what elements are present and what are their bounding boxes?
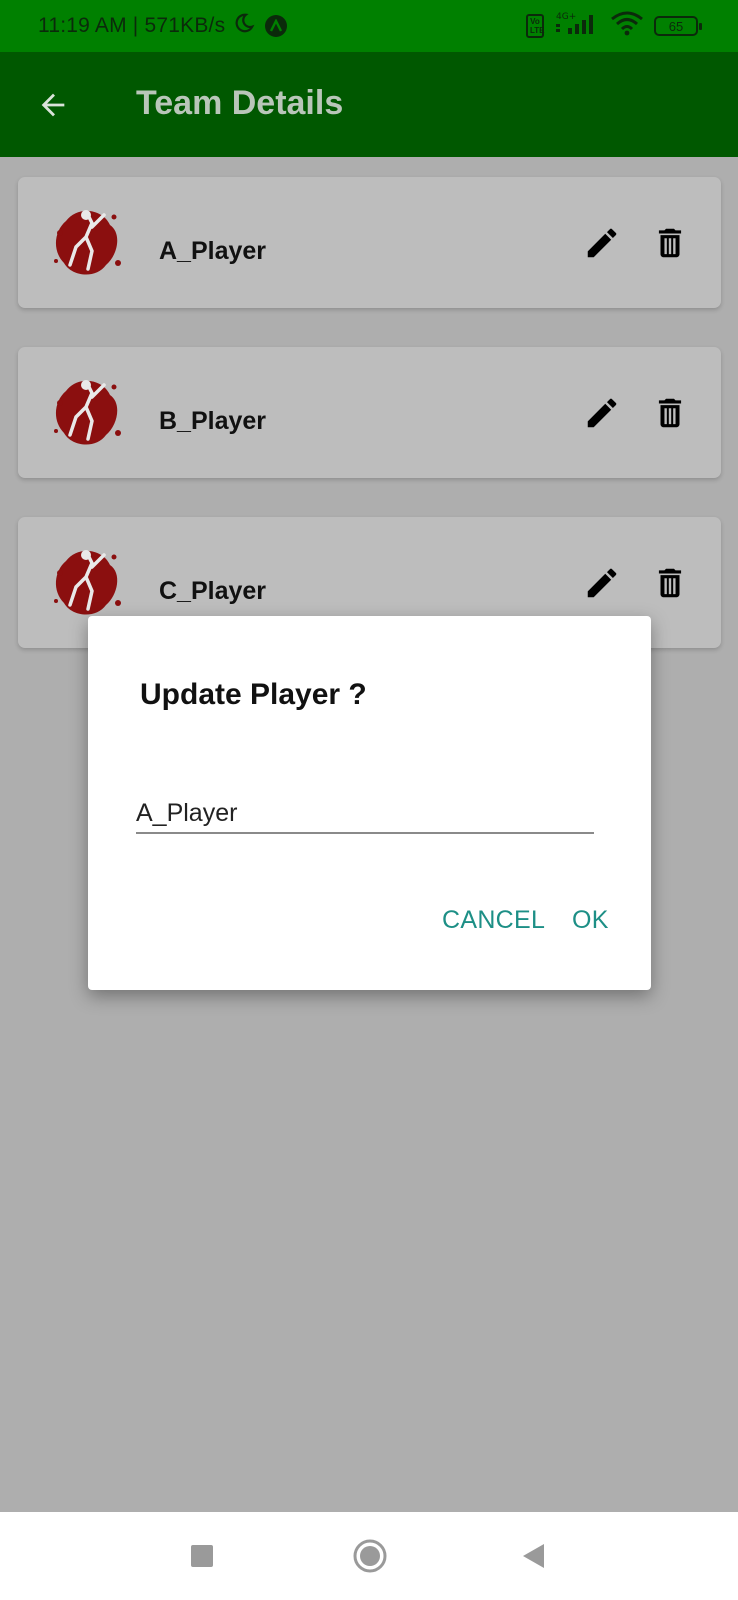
ok-button[interactable]: OK bbox=[572, 906, 609, 935]
battery-icon: 65 bbox=[654, 16, 702, 36]
cricketer-icon bbox=[54, 380, 121, 445]
edit-button[interactable] bbox=[580, 391, 624, 435]
recent-apps-icon[interactable] bbox=[191, 1545, 213, 1567]
cricketer-icon bbox=[54, 550, 121, 615]
back-icon[interactable] bbox=[520, 1542, 546, 1570]
back-button[interactable] bbox=[34, 86, 72, 124]
status-right: Vo LTE 4G+ 65 bbox=[526, 0, 702, 52]
pencil-icon bbox=[587, 568, 617, 598]
edit-button[interactable] bbox=[580, 221, 624, 265]
trash-icon bbox=[658, 228, 682, 258]
player-name: B_Player bbox=[159, 407, 267, 435]
wifi-icon bbox=[610, 10, 644, 42]
status-time: 11:19 AM | 571KB/s bbox=[38, 14, 226, 37]
delete-button[interactable] bbox=[648, 221, 692, 265]
player-name: C_Player bbox=[159, 577, 267, 605]
edit-button[interactable] bbox=[580, 561, 624, 605]
pencil-icon bbox=[587, 228, 617, 258]
trash-icon bbox=[658, 398, 682, 428]
player-name-input[interactable] bbox=[136, 794, 594, 834]
moon-icon bbox=[233, 12, 255, 40]
delete-button[interactable] bbox=[648, 391, 692, 435]
app-bar: Team Details bbox=[0, 52, 738, 157]
arrow-back-icon bbox=[41, 93, 65, 117]
trash-icon bbox=[658, 568, 682, 598]
pencil-icon bbox=[587, 398, 617, 428]
page-title: Team Details bbox=[136, 84, 344, 122]
network-label: 4G+ bbox=[556, 12, 576, 22]
volte-icon: Vo LTE bbox=[526, 14, 545, 38]
player-card-b[interactable]: B_Player bbox=[18, 347, 721, 478]
cricketer-icon bbox=[54, 210, 121, 275]
cancel-button[interactable]: CANCEL bbox=[442, 906, 545, 935]
update-player-dialog: Update Player ? CANCEL OK bbox=[88, 616, 651, 990]
app-icon bbox=[265, 15, 288, 37]
home-icon[interactable] bbox=[352, 1538, 388, 1574]
status-bar: 11:19 AM | 571KB/s Vo LTE 4G+ 65 bbox=[0, 0, 738, 52]
delete-button[interactable] bbox=[648, 561, 692, 605]
player-card-a[interactable]: A_Player bbox=[18, 177, 721, 308]
signal-icon: 4G+ bbox=[554, 10, 600, 42]
dialog-title: Update Player ? bbox=[140, 678, 367, 711]
player-name: A_Player bbox=[159, 237, 267, 265]
